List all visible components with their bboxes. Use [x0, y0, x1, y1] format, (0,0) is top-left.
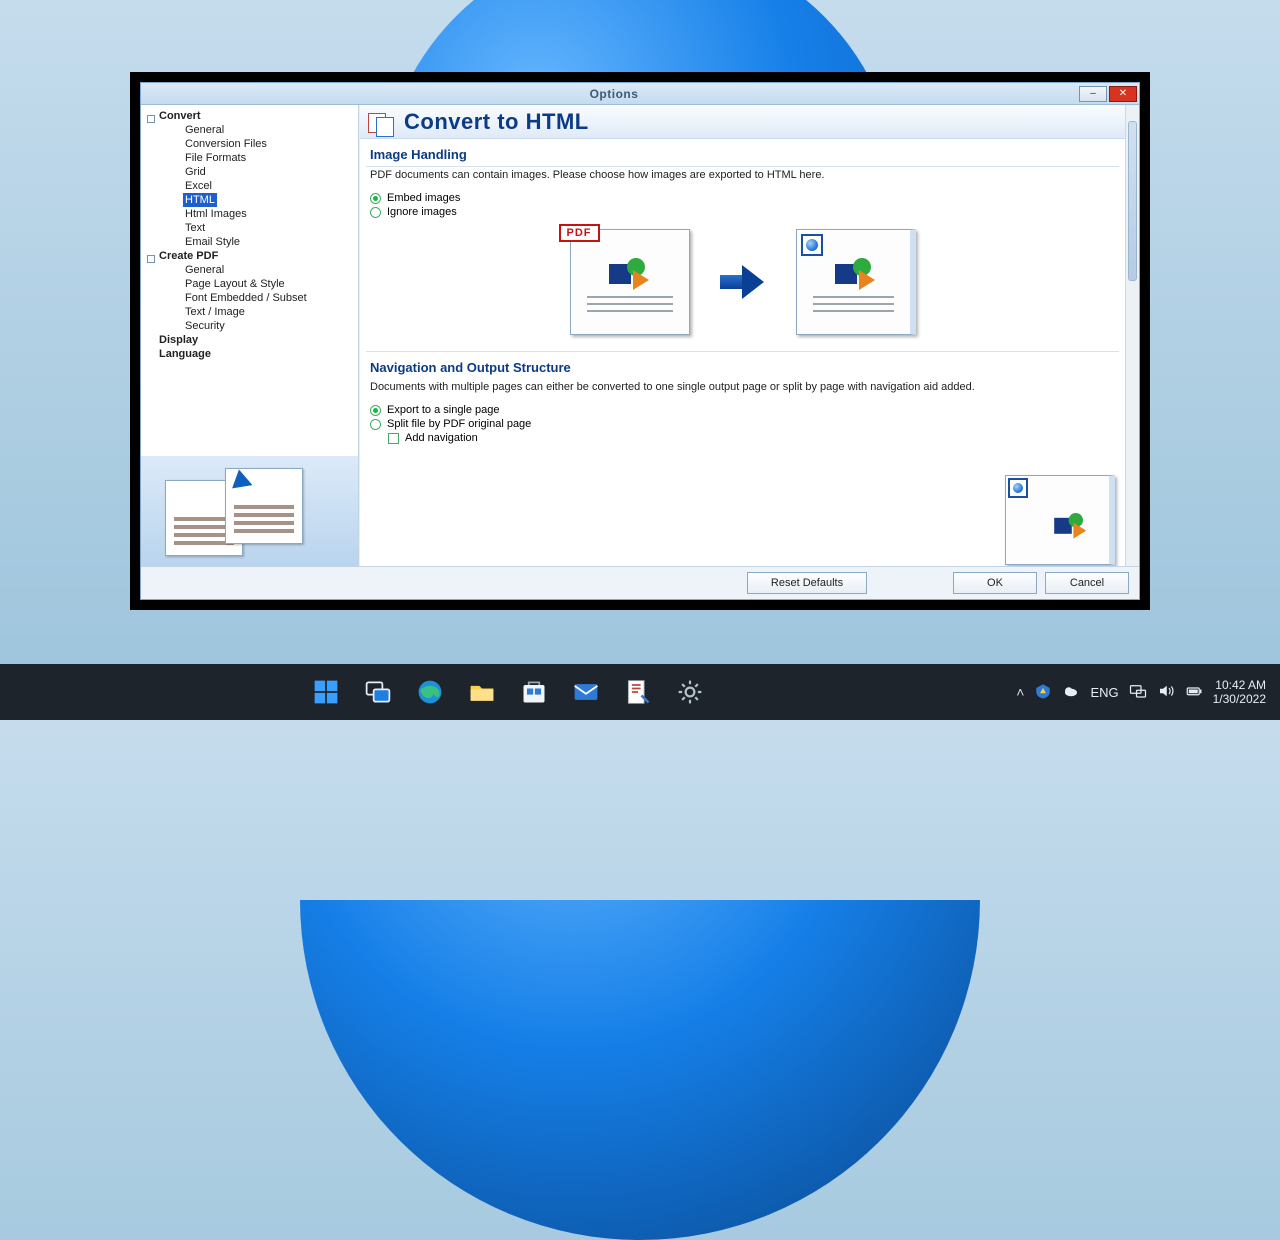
tree-item[interactable]: Page Layout & Style [183, 277, 287, 291]
options-dialog: Options – ✕ Convert General Conversion F… [140, 82, 1140, 600]
radio-icon [370, 405, 381, 416]
tree-item-html[interactable]: HTML [183, 193, 217, 207]
option-ignore-images[interactable]: Ignore images [370, 205, 1115, 219]
checkbox-icon [388, 433, 399, 444]
radio-icon [370, 193, 381, 204]
arrow-right-icon [720, 265, 766, 299]
app-icon[interactable] [618, 672, 658, 712]
start-button[interactable] [306, 672, 346, 712]
clock-time: 10:42 AM [1213, 678, 1266, 692]
taskbar: ˄ ENG 10:42 AM 1/30/2022 [0, 664, 1280, 720]
volume-icon[interactable] [1157, 682, 1175, 703]
minimize-button[interactable]: – [1079, 86, 1107, 102]
globe-icon [1008, 478, 1028, 498]
mail-icon[interactable] [566, 672, 606, 712]
output-structure-options: Export to a single page Split file by PD… [360, 399, 1125, 447]
window-title: Options [149, 87, 1079, 101]
clock[interactable]: 10:42 AM 1/30/2022 [1213, 678, 1266, 706]
option-split-pages[interactable]: Split file by PDF original page [370, 417, 1115, 431]
tree-item[interactable]: Grid [183, 165, 208, 179]
language-indicator[interactable]: ENG [1090, 685, 1118, 700]
titlebar: Options – ✕ [141, 83, 1139, 105]
edge-browser-icon[interactable] [410, 672, 450, 712]
section-desc: PDF documents can contain images. Please… [360, 167, 1125, 187]
option-label: Embed images [387, 192, 460, 204]
tree-item[interactable]: Conversion Files [183, 137, 269, 151]
tree-item[interactable]: Email Style [183, 235, 242, 249]
taskbar-center [0, 672, 1016, 712]
window-buttons: – ✕ [1079, 86, 1137, 102]
tree-group-create-pdf[interactable]: Create PDF [157, 249, 220, 263]
html-doc-icon [796, 229, 916, 335]
tree-item-display[interactable]: Display [157, 333, 200, 347]
dialog-client: Convert General Conversion Files File Fo… [141, 105, 1139, 567]
task-view-button[interactable] [358, 672, 398, 712]
settings-icon[interactable] [670, 672, 710, 712]
reset-defaults-button[interactable]: Reset Defaults [747, 572, 867, 594]
tree-group-convert[interactable]: Convert [157, 109, 203, 123]
nav-panel: Convert General Conversion Files File Fo… [141, 105, 359, 566]
page-banner: Convert to HTML [360, 105, 1125, 139]
display-project-icon[interactable] [1129, 682, 1147, 703]
tree-item[interactable]: File Formats [183, 151, 248, 165]
scrollbar-thumb[interactable] [1128, 121, 1137, 281]
tree-item[interactable]: General [183, 123, 226, 137]
clock-date: 1/30/2022 [1213, 692, 1266, 706]
ok-button[interactable]: OK [953, 572, 1037, 594]
monitor-bezel: Options – ✕ Convert General Conversion F… [130, 72, 1150, 610]
weather-icon[interactable] [1062, 682, 1080, 703]
page-heading: Convert to HTML [404, 109, 589, 135]
tray-overflow-button[interactable]: ˄ [1016, 684, 1024, 700]
dialog-buttons: Reset Defaults OK Cancel [141, 567, 1139, 599]
tree-item[interactable]: Excel [183, 179, 214, 193]
option-label: Export to a single page [387, 404, 500, 416]
tree-item[interactable]: Security [183, 319, 227, 333]
option-label: Split file by PDF original page [387, 418, 531, 430]
option-add-navigation[interactable]: Add navigation [370, 431, 1115, 445]
html-doc-icon [1005, 475, 1115, 565]
pdf-doc-icon: PDF [570, 229, 690, 335]
store-icon[interactable] [514, 672, 554, 712]
radio-icon [370, 419, 381, 430]
section-title: Image Handling [360, 139, 1125, 166]
nav-preview [141, 456, 358, 566]
tree-item[interactable]: Text [183, 221, 207, 235]
vertical-scrollbar[interactable] [1125, 105, 1139, 566]
settings-content: Convert to HTML Image Handling PDF docum… [359, 105, 1139, 566]
tree-item[interactable]: Html Images [183, 207, 249, 221]
option-embed-images[interactable]: Embed images [370, 191, 1115, 205]
tree-item-language[interactable]: Language [157, 347, 213, 361]
tree-item[interactable]: General [183, 263, 226, 277]
option-label: Ignore images [387, 206, 457, 218]
tree-item[interactable]: Font Embedded / Subset [183, 291, 309, 305]
image-handling-options: Embed images Ignore images [360, 187, 1125, 221]
file-explorer-icon[interactable] [462, 672, 502, 712]
system-tray: ˄ ENG 10:42 AM 1/30/2022 [1016, 678, 1280, 706]
tree-item[interactable]: Text / Image [183, 305, 247, 319]
conversion-diagram: PDF [360, 221, 1125, 351]
section-title: Navigation and Output Structure [360, 352, 1125, 379]
close-button[interactable]: ✕ [1109, 86, 1137, 102]
settings-tree[interactable]: Convert General Conversion Files File Fo… [141, 105, 358, 456]
radio-icon [370, 207, 381, 218]
option-single-page[interactable]: Export to a single page [370, 403, 1115, 417]
security-warning-icon[interactable] [1034, 682, 1052, 703]
section-desc: Documents with multiple pages can either… [360, 379, 1125, 399]
battery-icon[interactable] [1185, 682, 1203, 703]
globe-icon [801, 234, 823, 256]
pdf-badge-icon: PDF [559, 224, 600, 242]
convert-icon [368, 111, 394, 133]
cancel-button[interactable]: Cancel [1045, 572, 1129, 594]
option-label: Add navigation [405, 432, 478, 444]
